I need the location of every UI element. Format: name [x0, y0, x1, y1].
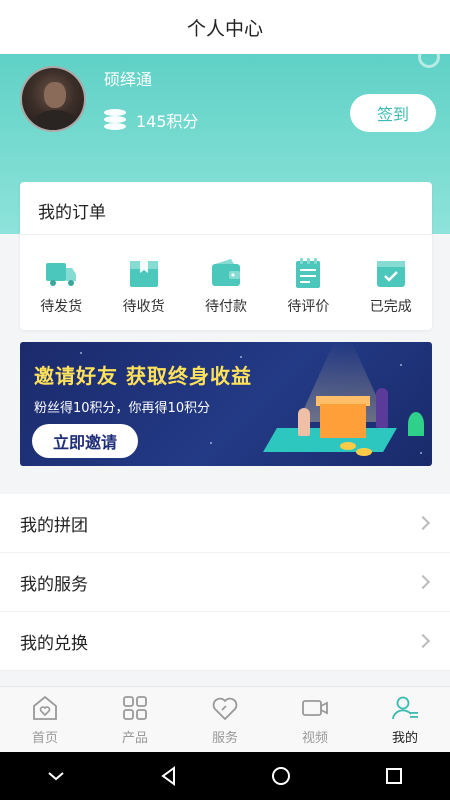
menu-item-services[interactable]: 我的服务 [0, 553, 450, 612]
system-nav-bar [0, 752, 450, 800]
package-icon [129, 261, 158, 287]
banner-title: 邀请好友 获取终身收益 [34, 364, 252, 388]
home-icon[interactable] [269, 764, 293, 788]
menu-list: 我的拼团 我的服务 我的兑换 [0, 494, 450, 671]
plant-illustration [408, 412, 424, 436]
tab-home[interactable]: 首页 [0, 687, 90, 752]
divider [20, 234, 432, 235]
chevron-right-icon [415, 574, 431, 590]
menu-item-exchange[interactable]: 我的兑换 [0, 612, 450, 671]
notepad-icon [296, 258, 321, 288]
tab-mine[interactable]: 我的 [360, 687, 450, 752]
points-value: 145积分 [136, 112, 199, 131]
tab-video[interactable]: 视频 [270, 687, 360, 752]
user-icon [392, 696, 418, 720]
signin-button[interactable]: 签到 [350, 94, 436, 132]
home-heart-icon [33, 695, 57, 720]
chevron-right-icon [415, 515, 431, 531]
settings-icon[interactable] [418, 46, 440, 68]
order-completed[interactable]: 已完成 [355, 256, 427, 316]
chevron-right-icon [415, 633, 431, 649]
order-pending-receipt[interactable]: 待收货 [108, 256, 180, 316]
heart-icon [212, 697, 238, 721]
person-illustration [376, 388, 388, 428]
invite-now-button[interactable]: 立即邀请 [32, 424, 138, 458]
title-bar: 个人中心 [0, 0, 450, 54]
coin-icon [340, 442, 356, 450]
username: 硕绎通 [104, 70, 153, 89]
coins-icon [104, 109, 126, 131]
menu-item-group-buy[interactable]: 我的拼团 [0, 494, 450, 553]
tab-products[interactable]: 产品 [90, 687, 180, 752]
orders-title[interactable]: 我的订单 [38, 198, 106, 223]
wallet-icon [211, 259, 240, 286]
points-display[interactable]: 145积分 [104, 108, 199, 132]
order-pending-review[interactable]: 待评价 [272, 256, 344, 316]
order-pending-payment[interactable]: 待付款 [190, 256, 262, 316]
banner-subtitle: 粉丝得10积分，你再得10积分 [34, 401, 211, 416]
recents-icon[interactable] [382, 764, 406, 788]
gift-box [320, 404, 366, 438]
chevron-down-icon[interactable] [44, 764, 68, 788]
avatar[interactable] [20, 66, 86, 132]
invite-banner[interactable]: 邀请好友 获取终身收益 粉丝得10积分，你再得10积分 立即邀请 [20, 342, 432, 466]
tab-services[interactable]: 服务 [180, 687, 270, 752]
truck-icon [46, 263, 77, 286]
page-title: 个人中心 [186, 17, 263, 40]
order-pending-shipment[interactable]: 待发货 [25, 256, 97, 316]
calendar-check-icon [376, 261, 405, 287]
person-illustration [298, 408, 310, 436]
coin-icon [356, 448, 372, 456]
my-orders-card: 我的订单 待发货 待收货 待付款 待评价 已完成 [20, 182, 432, 330]
grid-icon [123, 696, 147, 720]
back-icon[interactable] [157, 764, 181, 788]
video-camera-icon [302, 700, 328, 716]
bottom-tab-bar: 首页 产品 服务 视频 我的 [0, 686, 450, 752]
